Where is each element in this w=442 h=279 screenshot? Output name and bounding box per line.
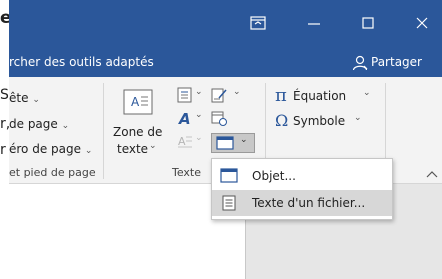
menu-item-text-from-file[interactable]: Texte d'un fichier... [212,190,392,216]
object-dropdown-menu: Objet... Texte d'un fichier... [211,158,393,220]
document-page[interactable] [0,184,246,279]
chevron-down-icon: ⌄ [195,133,203,143]
chevron-up-icon [426,171,438,178]
group-separator [103,83,104,179]
tell-me-input[interactable]: rcher des outils adaptés [9,55,154,69]
object-button[interactable]: ⌄ [211,133,255,153]
collapse-ribbon-button[interactable] [425,165,439,178]
equation-label: Équation [293,89,347,103]
tell-me-bar: rcher des outils adaptés Partager [9,48,442,77]
svg-text:A: A [131,95,140,109]
text-group-label: Texte [172,166,202,179]
footer-button-label: de page [9,117,58,131]
equation-button[interactable]: π Équation ⌄ [275,85,385,107]
maximize-icon [362,17,374,29]
signature-line-button[interactable]: ⌄ [211,87,241,107]
wordart-icon: A [178,110,191,128]
close-icon [416,17,428,29]
quick-parts-button[interactable]: ⌄ [177,87,205,107]
chevron-down-icon: ⌄ [61,121,70,131]
person-icon [352,55,368,71]
calendar-clock-icon [211,111,227,126]
drop-cap-button[interactable]: A ⌄ [177,133,205,153]
textbox-button[interactable]: A Zone de texte ⌄ [113,85,162,165]
chevron-down-icon: ⌄ [354,113,362,123]
svg-text:A: A [178,135,186,148]
close-button[interactable] [413,14,431,32]
minimize-button[interactable] [305,14,323,32]
footer-button[interactable]: de page ⌄ [9,117,69,131]
menu-item-object[interactable]: Objet... [212,163,392,189]
wordart-button[interactable]: A ⌄ [177,110,205,130]
symbol-label: Symbole [293,114,346,128]
chevron-down-icon: ⌄ [363,88,371,98]
drop-cap-icon: A [178,135,192,148]
text-file-icon [222,195,236,211]
chevron-down-icon: ⌄ [32,95,40,105]
header-footer-group-label: et pied de page [9,166,96,179]
text-box-icon: A [123,89,153,115]
menu-item-text-from-file-label: Texte d'un fichier... [252,196,366,210]
textbox-label-1: Zone de [113,125,163,139]
chevron-down-icon: ⌄ [240,135,248,145]
chevron-down-icon: ⌄ [195,87,203,97]
menu-item-object-label: Objet... [252,169,296,183]
maximize-button[interactable] [359,14,377,32]
share-label: Partager [371,55,422,69]
symbol-button[interactable]: Ω Symbole ⌄ [275,111,385,133]
chevron-down-icon: ⌄ [195,110,203,120]
chevron-down-icon: ⌄ [149,141,157,151]
chevron-down-icon: ⌄ [233,87,241,97]
minimize-icon [308,23,320,25]
pi-icon: π [275,85,287,106]
page-number-button[interactable]: éro de page ⌄ [9,142,92,156]
object-icon [220,168,238,183]
textbox-label-2: texte [117,142,149,156]
header-button-label: ête [9,91,29,105]
page-number-button-label: éro de page [9,142,81,156]
ribbon-display-icon [250,16,266,30]
object-icon [216,136,234,150]
left-fragment-3: r [0,142,6,158]
ribbon-display-options-button[interactable] [249,14,267,32]
left-fragment-1: S [0,87,9,103]
signature-line-icon [211,88,227,103]
chevron-down-icon: ⌄ [84,146,93,156]
svg-text:A: A [178,110,191,126]
omega-icon: Ω [275,111,289,130]
quick-parts-icon [177,87,192,103]
header-button[interactable]: ête ⌄ [9,91,40,105]
share-button[interactable]: Partager [351,53,441,73]
date-time-button[interactable] [211,110,231,130]
title-bar [9,0,442,48]
